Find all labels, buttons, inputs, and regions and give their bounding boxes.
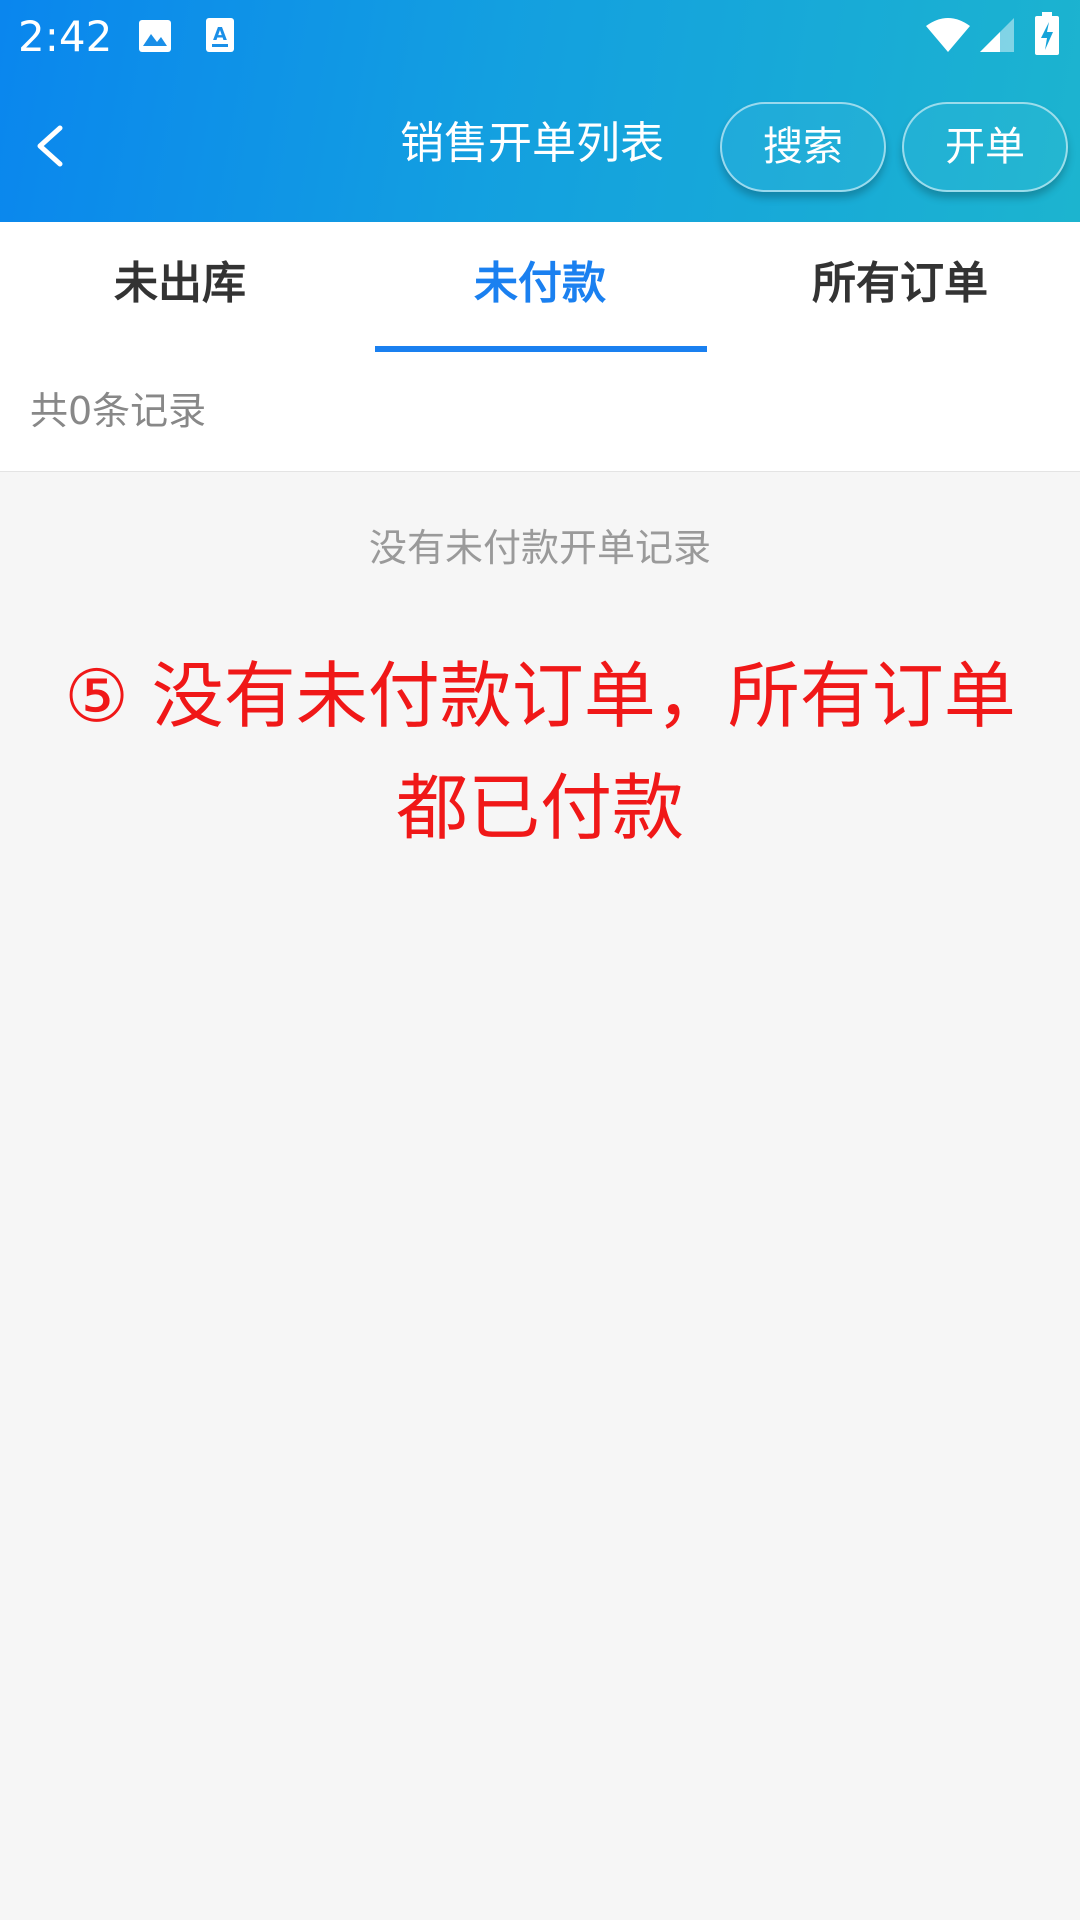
signal-icon — [980, 18, 1014, 52]
a-text-icon: A — [206, 18, 234, 52]
create-order-button[interactable]: 开单 — [902, 102, 1068, 192]
back-button[interactable] — [24, 108, 80, 184]
tab-bar: 未出库 未付款 所有订单 — [0, 222, 1080, 354]
back-arrow-icon — [37, 125, 63, 167]
image-icon — [139, 20, 171, 52]
tab-unpaid[interactable]: 未付款 — [360, 222, 720, 354]
empty-state-message: 没有未付款开单记录 — [368, 526, 711, 570]
status-time: 2:42 — [18, 12, 113, 61]
tab-not-shipped[interactable]: 未出库 — [0, 222, 360, 354]
annotation-line-1: ⑤ 没有未付款订单，所有订单 — [64, 654, 1016, 738]
annotation-text: ⑤ 没有未付款订单，所有订单 都已付款 — [60, 640, 1020, 864]
wifi-icon — [926, 18, 970, 52]
record-count: 共0条记录 — [30, 389, 207, 433]
svg-text:A: A — [213, 24, 227, 45]
app-header: 2:42 A 销售开单列表 搜索 开单 — [0, 0, 1080, 222]
page-title: 销售开单列表 — [400, 118, 664, 169]
annotation-line-2: 都已付款 — [395, 766, 684, 850]
record-count-bar: 共0条记录 — [0, 354, 1080, 472]
status-bar: 2:42 A — [0, 0, 1080, 74]
tab-active-indicator — [375, 346, 707, 352]
battery-charging-icon — [1035, 12, 1059, 55]
search-button[interactable]: 搜索 — [720, 102, 886, 192]
tab-all-orders[interactable]: 所有订单 — [720, 222, 1080, 354]
